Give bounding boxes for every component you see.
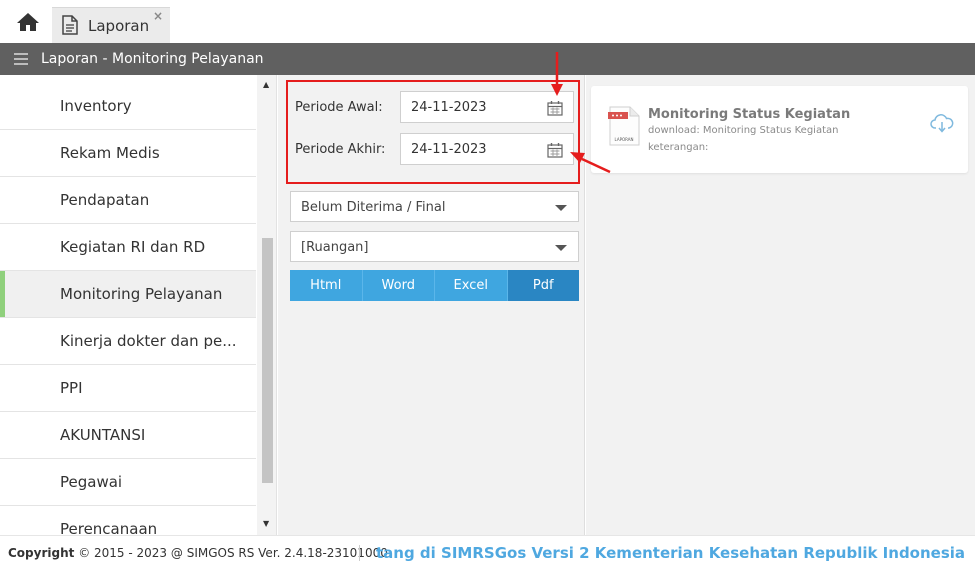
sidebar-item-ppi[interactable]: PPI: [0, 365, 256, 412]
sidebar-item-inventory[interactable]: Inventory: [0, 83, 256, 130]
ruangan-select[interactable]: [Ruangan]: [290, 231, 579, 262]
report-note-text: keterangan:: [648, 142, 709, 153]
sidebar-item-label: Pendapatan: [60, 191, 150, 209]
menu-toggle-icon[interactable]: [14, 53, 28, 65]
footer-divider: [359, 545, 360, 561]
copyright-version: 2015 - 2023 @ SIMGOS RS Ver. 2.4.18-2310…: [94, 546, 388, 560]
sidebar-item-label: Rekam Medis: [60, 144, 160, 162]
sidebar-item-label: Kinerja dokter dan pe...: [60, 332, 237, 350]
format-button-group: Html Word Excel Pdf: [290, 270, 579, 301]
home-icon: [17, 13, 39, 31]
sidebar-item-kegiatan-ri-rd[interactable]: Kegiatan RI dan RD: [0, 224, 256, 271]
copyright-icon: ©: [78, 546, 91, 560]
sidebar-item-label: Perencanaan: [60, 520, 158, 535]
report-download-text: download: Monitoring Status Kegiatan: [648, 125, 839, 136]
sidebar-item-pendapatan[interactable]: Pendapatan: [0, 177, 256, 224]
page-title-bar: Laporan - Monitoring Pelayanan: [0, 43, 975, 75]
sidebar-item-perencanaan[interactable]: Perencanaan: [0, 506, 256, 535]
sidebar-item-label: AKUNTANSI: [60, 426, 146, 444]
sidebar-item-akuntansi[interactable]: AKUNTANSI: [0, 412, 256, 459]
copyright-label: Copyright: [8, 546, 75, 560]
chevron-down-icon: [555, 245, 567, 251]
excel-button[interactable]: Excel: [435, 270, 508, 301]
report-card[interactable]: LAPORAN Monitoring Status Kegiatan downl…: [591, 86, 968, 173]
report-menu-sidebar: Inventory Rekam Medis Pendapatan Kegiata…: [0, 83, 256, 535]
sidebar-scrollbar[interactable]: ▲ ▼: [257, 75, 277, 535]
tab-close-button[interactable]: ×: [153, 9, 163, 23]
ruangan-select-value: [Ruangan]: [301, 240, 369, 255]
sidebar-item-label: Kegiatan RI dan RD: [60, 238, 206, 256]
scrollbar-thumb[interactable]: [262, 238, 273, 483]
file-icon-label: LAPORAN: [615, 137, 634, 142]
word-button[interactable]: Word: [362, 270, 435, 301]
annotation-highlight-box: [286, 80, 580, 184]
footer-marquee-text: tang di SIMRSGos Versi 2 Kementerian Kes…: [376, 544, 966, 562]
document-icon: [62, 15, 78, 35]
cloud-download-icon[interactable]: [930, 113, 954, 133]
report-title: Monitoring Status Kegiatan: [648, 107, 851, 122]
pdf-button[interactable]: Pdf: [507, 270, 579, 301]
scroll-down-icon[interactable]: ▼: [263, 519, 269, 528]
sidebar-item-label: Monitoring Pelayanan: [60, 285, 223, 303]
copyright-text: Copyright © 2015 - 2023 @ SIMGOS RS Ver.…: [8, 546, 388, 560]
scroll-up-icon[interactable]: ▲: [263, 80, 269, 89]
sidebar-item-rekam-medis[interactable]: Rekam Medis: [0, 130, 256, 177]
top-tab-bar: Laporan ×: [0, 0, 975, 43]
sidebar-item-label: Inventory: [60, 97, 132, 115]
home-button[interactable]: [14, 9, 42, 35]
sidebar-item-kinerja-dokter[interactable]: Kinerja dokter dan pe...: [0, 318, 256, 365]
status-select-value: Belum Diterima / Final: [301, 200, 446, 215]
page-title: Laporan - Monitoring Pelayanan: [41, 51, 264, 67]
html-button[interactable]: Html: [290, 270, 363, 301]
status-select[interactable]: Belum Diterima / Final: [290, 191, 579, 222]
sidebar-item-label: PPI: [60, 379, 83, 397]
footer: Copyright © 2015 - 2023 @ SIMGOS RS Ver.…: [0, 535, 975, 572]
sidebar-item-label: Pegawai: [60, 473, 123, 491]
tab-label: Laporan: [88, 17, 150, 35]
sidebar-item-monitoring-pelayanan[interactable]: Monitoring Pelayanan: [0, 271, 256, 318]
sidebar-item-pegawai[interactable]: Pegawai: [0, 459, 256, 506]
tab-laporan[interactable]: Laporan ×: [52, 7, 170, 43]
chevron-down-icon: [555, 205, 567, 211]
report-file-icon: LAPORAN: [608, 106, 640, 146]
